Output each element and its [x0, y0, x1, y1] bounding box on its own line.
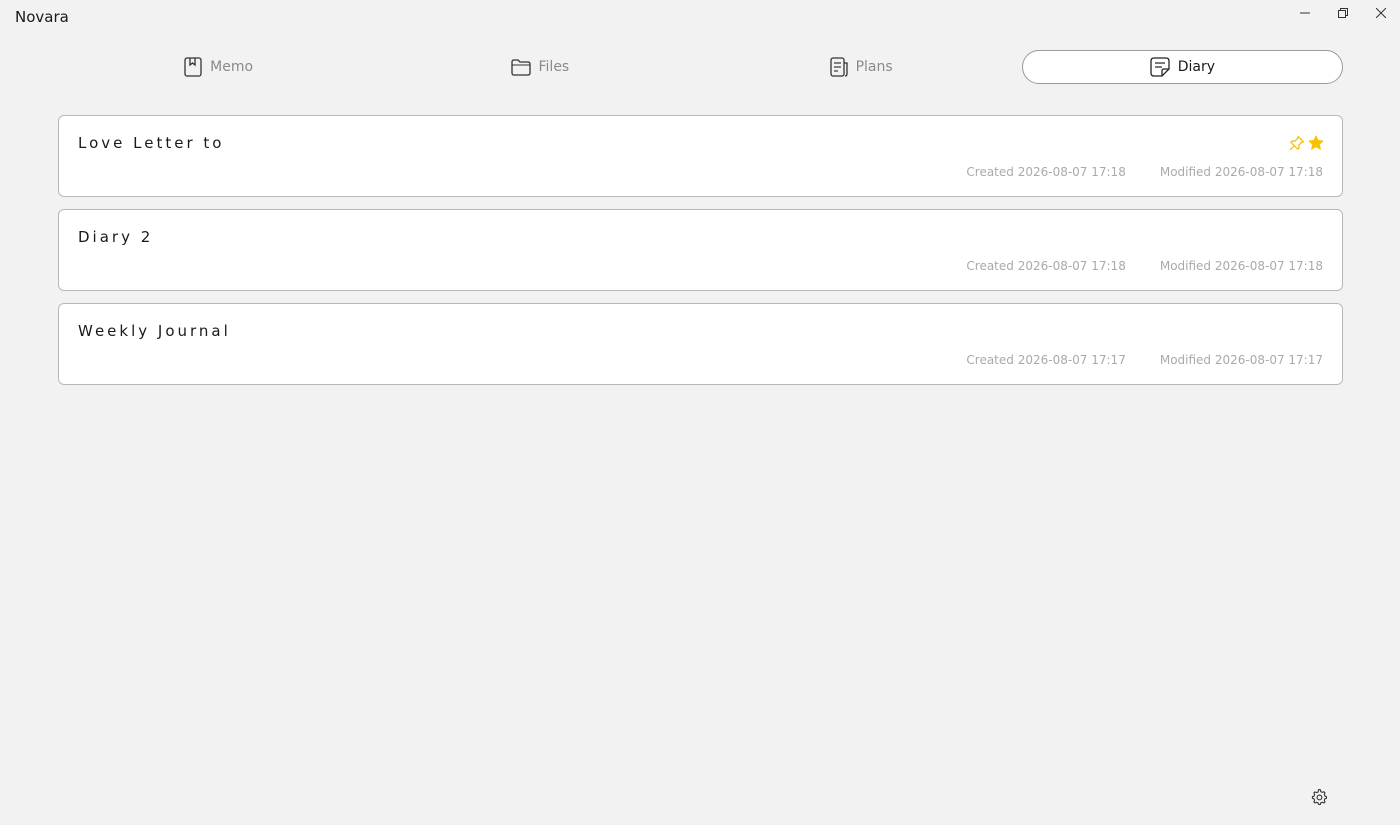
- memo-icon: [184, 57, 202, 77]
- entry-meta: Created 2026-08-07 17:17 Modified 2026-0…: [966, 353, 1323, 367]
- title-bar: Novara: [0, 0, 1400, 36]
- restore-button[interactable]: [1328, 3, 1358, 23]
- app-title: Novara: [15, 8, 69, 26]
- diary-icon: [1150, 57, 1170, 77]
- close-icon: [1376, 8, 1386, 18]
- entry-meta: Created 2026-08-07 17:18 Modified 2026-0…: [966, 259, 1323, 273]
- tab-diary[interactable]: Diary: [1021, 50, 1343, 84]
- gear-icon: [1311, 788, 1328, 806]
- modified-date: Modified 2026-08-07 17:18: [1159, 165, 1323, 179]
- tab-label: Memo: [210, 59, 254, 75]
- main-tabs: Memo Files Plans Diary: [58, 50, 1343, 84]
- entry-badges: [1289, 135, 1324, 155]
- tab-label: Plans: [855, 59, 893, 75]
- pin-icon[interactable]: [1289, 135, 1305, 155]
- entry-title: Love Letter to: [78, 134, 225, 152]
- created-date: Created 2026-08-07 17:17: [966, 353, 1126, 367]
- plans-icon: [829, 57, 848, 77]
- minimize-icon: [1300, 12, 1310, 14]
- minimize-button[interactable]: [1290, 3, 1320, 23]
- folder-icon: [510, 58, 531, 76]
- diary-list: Love Letter to Created 2026-08-07 17:18 …: [58, 115, 1343, 397]
- tab-plans[interactable]: Plans: [701, 50, 1022, 84]
- entry-title: Diary 2: [78, 228, 154, 246]
- modified-date: Modified 2026-08-07 17:18: [1159, 259, 1323, 273]
- diary-entry[interactable]: Weekly Journal Created 2026-08-07 17:17 …: [58, 303, 1343, 385]
- created-date: Created 2026-08-07 17:18: [966, 259, 1126, 273]
- entry-meta: Created 2026-08-07 17:18 Modified 2026-0…: [966, 165, 1323, 179]
- modified-date: Modified 2026-08-07 17:17: [1159, 353, 1323, 367]
- restore-icon: [1338, 8, 1348, 18]
- created-date: Created 2026-08-07 17:18: [966, 165, 1126, 179]
- diary-entry[interactable]: Love Letter to Created 2026-08-07 17:18 …: [58, 115, 1343, 197]
- tab-label: Files: [538, 59, 570, 75]
- entry-title: Weekly Journal: [78, 322, 231, 340]
- close-button[interactable]: [1366, 3, 1396, 23]
- tab-label: Diary: [1177, 59, 1216, 75]
- tab-memo[interactable]: Memo: [58, 50, 379, 84]
- settings-button[interactable]: [1310, 788, 1328, 806]
- diary-entry[interactable]: Diary 2 Created 2026-08-07 17:18 Modifie…: [58, 209, 1343, 291]
- tab-files[interactable]: Files: [379, 50, 700, 84]
- star-icon[interactable]: [1308, 135, 1324, 155]
